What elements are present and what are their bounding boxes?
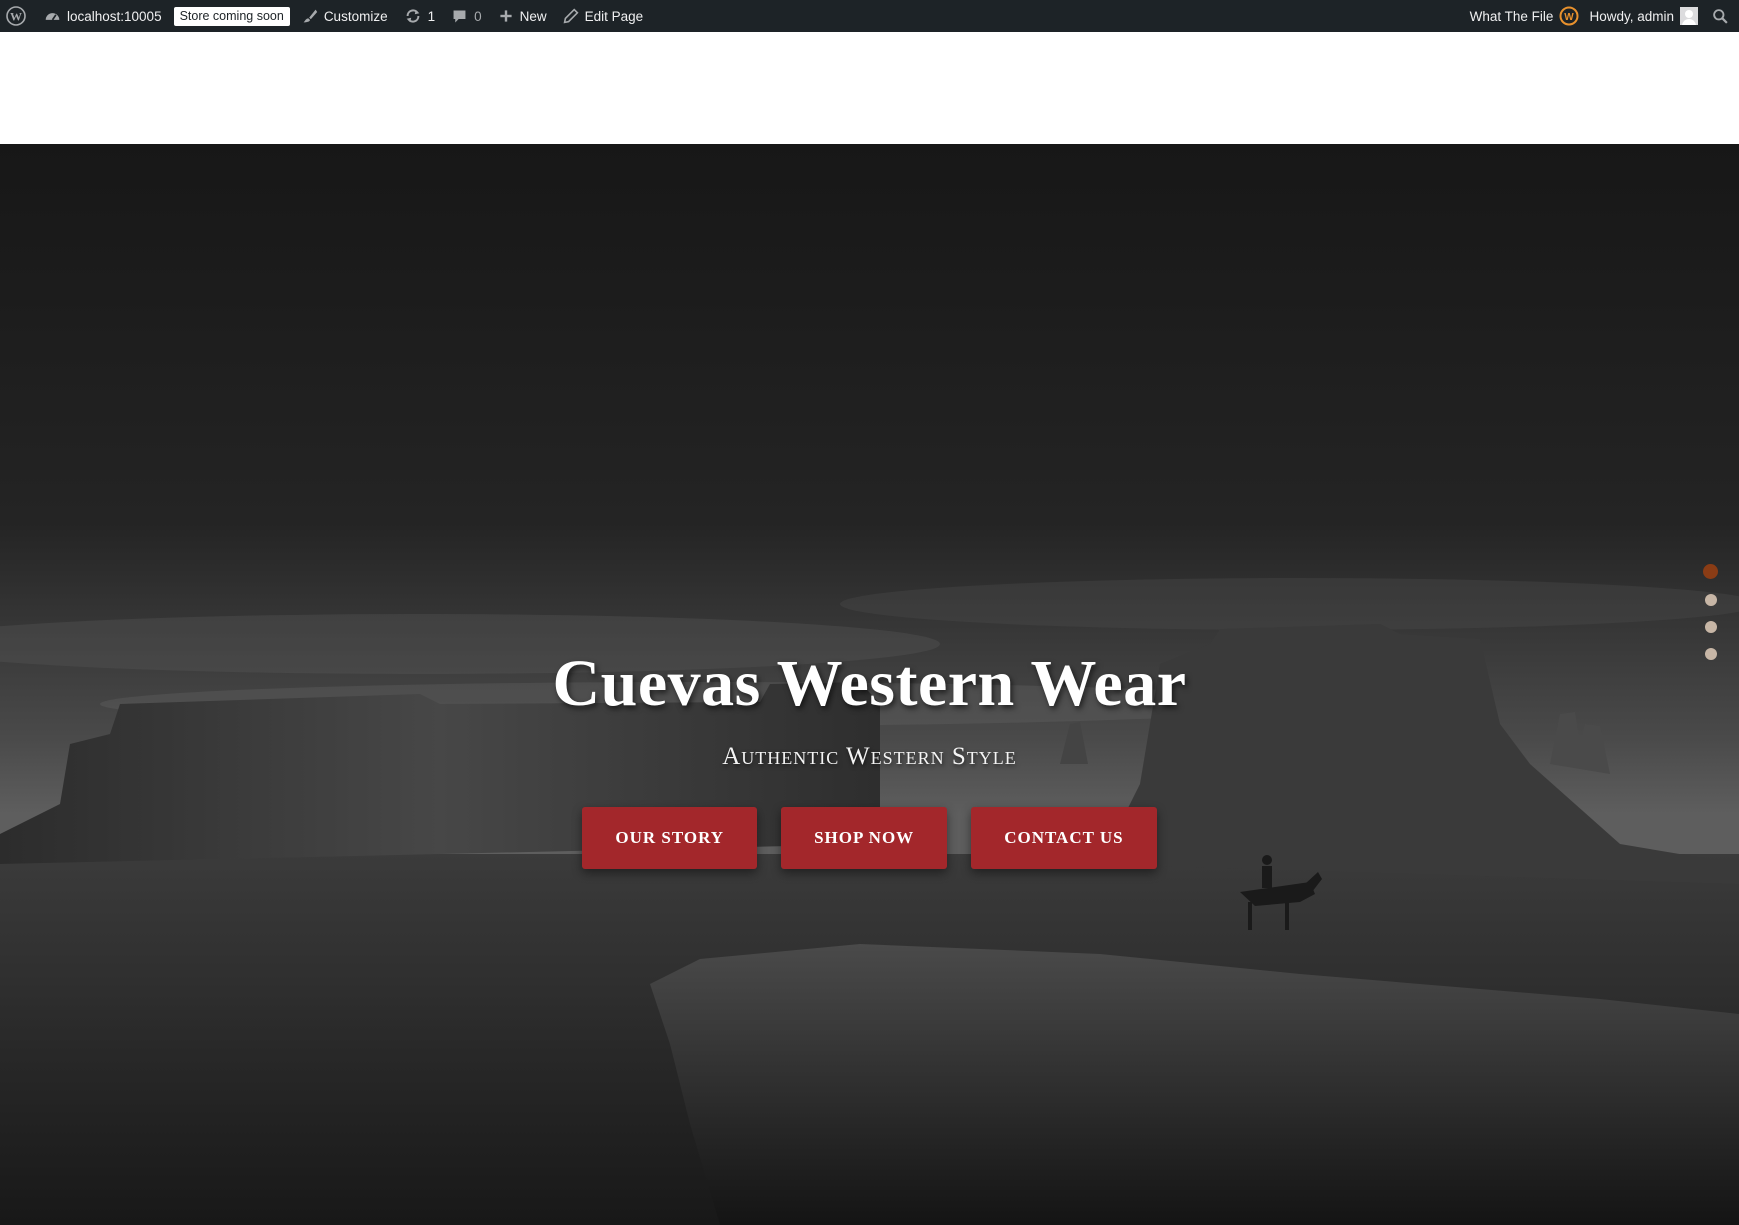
what-the-file-link[interactable]: What The File W [1462, 0, 1584, 32]
pencil-icon [563, 8, 579, 24]
store-badge-label: Store coming soon [173, 6, 290, 26]
customize-link[interactable]: Customize [294, 0, 396, 32]
updates-link[interactable]: 1 [396, 0, 444, 32]
slider-dot-4[interactable] [1704, 648, 1717, 660]
comments-link[interactable]: 0 [443, 0, 490, 32]
our-story-button[interactable]: OUR STORY [582, 807, 758, 869]
site-name-label: localhost:10005 [67, 8, 162, 24]
updates-count: 1 [427, 8, 436, 24]
brush-icon [302, 8, 318, 24]
hero-buttons: OUR STORY SHOP NOW CONTACT US [0, 807, 1739, 869]
edit-page-link[interactable]: Edit Page [555, 0, 652, 32]
comment-icon [451, 8, 468, 25]
customize-label: Customize [323, 8, 388, 24]
howdy-label: Howdy, admin [1589, 8, 1674, 24]
slider-dot-2[interactable] [1704, 594, 1717, 606]
admin-bar-right: What The File W Howdy, admin [1462, 0, 1739, 32]
edit-page-label: Edit Page [584, 8, 644, 24]
plus-icon [498, 8, 514, 24]
admin-bar: W localhost:10005 Store coming soon Cust… [0, 0, 1739, 32]
comments-count: 0 [474, 8, 482, 24]
svg-text:W: W [1565, 12, 1575, 23]
store-status-badge[interactable]: Store coming soon [170, 0, 294, 32]
admin-bar-left: W localhost:10005 Store coming soon Cust… [0, 0, 651, 32]
wordpress-menu[interactable]: W [0, 0, 36, 32]
what-the-file-icon: W [1559, 6, 1579, 26]
wordpress-logo-icon: W [6, 6, 26, 26]
slider-pagination [1703, 564, 1718, 660]
slider-dot-1[interactable] [1703, 564, 1718, 579]
dashboard-icon [44, 8, 61, 25]
search-icon [1712, 8, 1729, 25]
site-header [0, 32, 1739, 144]
contact-us-button[interactable]: CONTACT US [971, 807, 1157, 869]
slider-dot-3[interactable] [1704, 621, 1717, 633]
site-name-link[interactable]: localhost:10005 [36, 0, 170, 32]
hero-content: Cuevas Western Wear Authentic Western St… [0, 644, 1739, 869]
admin-search-button[interactable] [1708, 0, 1739, 32]
avatar [1680, 7, 1698, 25]
shop-now-button[interactable]: SHOP NOW [781, 807, 948, 869]
hero-subtitle: Authentic Western Style [722, 743, 1017, 770]
hero-slider: Cuevas Western Wear Authentic Western St… [0, 144, 1739, 1225]
hero-title: Cuevas Western Wear [552, 647, 1187, 720]
new-label: New [519, 8, 547, 24]
updates-icon [404, 7, 422, 25]
what-the-file-label: What The File [1469, 8, 1554, 24]
my-account-menu[interactable]: Howdy, admin [1583, 0, 1708, 32]
new-content-link[interactable]: New [490, 0, 555, 32]
svg-text:W: W [10, 10, 22, 24]
